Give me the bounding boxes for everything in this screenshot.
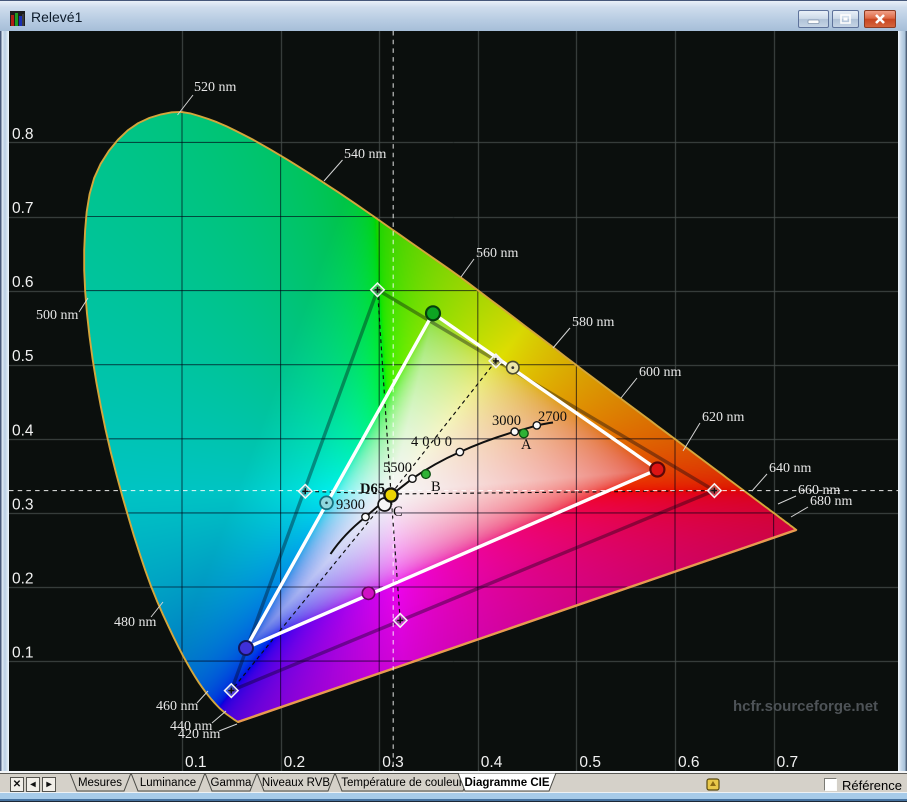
svg-text:0.7: 0.7 [12,200,34,217]
svg-text:0.2: 0.2 [12,571,34,588]
svg-text:680 nm: 680 nm [810,494,853,509]
svg-text:640 nm: 640 nm [769,461,812,476]
svg-text:540 nm: 540 nm [344,147,387,162]
svg-text:Mesures: Mesures [78,777,122,789]
svg-text:0.5: 0.5 [12,348,34,365]
svg-text:0.1: 0.1 [185,754,207,771]
svg-text:580 nm: 580 nm [572,315,615,330]
svg-text:0.5: 0.5 [579,754,601,771]
svg-text:0.4: 0.4 [481,754,503,771]
svg-text:480 nm: 480 nm [114,615,157,630]
svg-text:Luminance: Luminance [140,777,196,789]
svg-text:Niveaux RVB: Niveaux RVB [262,777,331,789]
svg-text:C: C [393,504,403,520]
svg-text:460 nm: 460 nm [156,699,199,714]
svg-text:500 nm: 500 nm [36,308,79,323]
svg-text:0.6: 0.6 [678,754,700,771]
svg-text:0.3: 0.3 [382,754,404,771]
svg-text:0.7: 0.7 [777,754,799,771]
svg-text:420 nm: 420 nm [178,727,221,742]
svg-text:A: A [521,437,532,453]
svg-text:0.1: 0.1 [12,645,34,662]
svg-text:Diagramme CIE: Diagramme CIE [464,777,549,789]
svg-text:0.3: 0.3 [12,496,34,513]
svg-text:0.4: 0.4 [12,422,34,439]
svg-text:3000: 3000 [492,413,521,429]
svg-text:Gamma: Gamma [211,777,253,789]
svg-text:hcfr.sourceforge.net: hcfr.sourceforge.net [733,698,878,715]
svg-text:D65: D65 [360,481,385,497]
svg-text:9300: 9300 [336,497,365,513]
svg-text:5500: 5500 [383,460,412,476]
svg-text:520 nm: 520 nm [194,80,237,95]
svg-text:600 nm: 600 nm [639,365,682,380]
svg-text:620 nm: 620 nm [702,410,745,425]
svg-text:Température de couleur: Température de couleur [341,777,463,789]
svg-text:0.8: 0.8 [12,126,34,143]
svg-text:4000: 4000 [411,434,456,450]
svg-text:2700: 2700 [538,409,567,425]
svg-text:0.2: 0.2 [284,754,306,771]
svg-text:0.6: 0.6 [12,274,34,291]
svg-text:B: B [431,479,441,495]
svg-text:560 nm: 560 nm [476,246,519,261]
